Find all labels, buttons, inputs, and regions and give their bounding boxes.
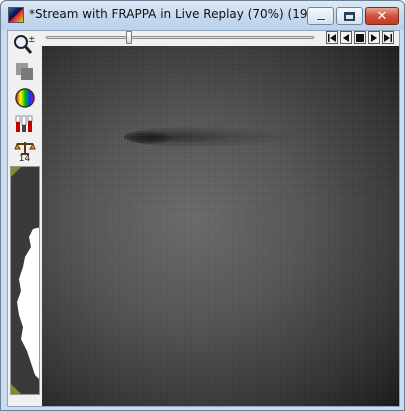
scale-value: 14 xyxy=(18,154,31,164)
playback-bar xyxy=(43,31,399,45)
image-window: *Stream with FRAPPA in Live Replay (70%)… xyxy=(0,0,405,411)
frame-slider-thumb[interactable] xyxy=(125,31,132,44)
minimize-icon xyxy=(315,17,326,21)
image-noise xyxy=(42,46,399,406)
stop-icon xyxy=(356,33,364,42)
play-forward-icon xyxy=(371,33,377,42)
histogram-panel[interactable] xyxy=(10,166,40,395)
step-back-icon xyxy=(328,33,336,42)
app-icon xyxy=(8,7,24,23)
step-forward-icon xyxy=(384,33,392,42)
color-button[interactable] xyxy=(11,85,38,111)
frame-slider-track[interactable] xyxy=(46,36,314,39)
stop-button[interactable] xyxy=(354,31,366,44)
zoom-button[interactable]: ± xyxy=(11,32,38,58)
histogram-max-handle[interactable] xyxy=(11,167,21,177)
maximize-icon xyxy=(344,11,355,21)
window-title: *Stream with FRAPPA in Live Replay (70%)… xyxy=(29,7,332,21)
image-viewport[interactable] xyxy=(42,46,399,406)
step-back-button[interactable] xyxy=(326,31,338,44)
histogram-curve xyxy=(17,227,39,379)
lut-button[interactable] xyxy=(11,111,38,137)
minimize-button[interactable] xyxy=(307,7,334,25)
play-back-icon xyxy=(343,33,349,42)
color-wheel-icon xyxy=(14,88,35,108)
play-back-button[interactable] xyxy=(340,31,352,44)
close-button[interactable]: ✕ xyxy=(365,7,399,25)
close-icon: ✕ xyxy=(376,8,388,24)
maximize-button[interactable] xyxy=(336,7,363,25)
scale-button[interactable]: 14 xyxy=(11,137,38,167)
step-forward-button[interactable] xyxy=(382,31,394,44)
lut-icon xyxy=(15,115,32,132)
play-forward-button[interactable] xyxy=(368,31,380,44)
layers-button[interactable] xyxy=(11,59,38,85)
left-toolbar: ± 14 xyxy=(8,31,41,406)
svg-text:±: ± xyxy=(28,35,36,45)
layers-icon xyxy=(15,63,33,80)
title-bar[interactable]: *Stream with FRAPPA in Live Replay (70%)… xyxy=(1,1,404,30)
window-client: ± 14 xyxy=(7,30,400,407)
zoom-icon: ± xyxy=(13,35,36,54)
histogram-min-handle[interactable] xyxy=(11,384,21,394)
